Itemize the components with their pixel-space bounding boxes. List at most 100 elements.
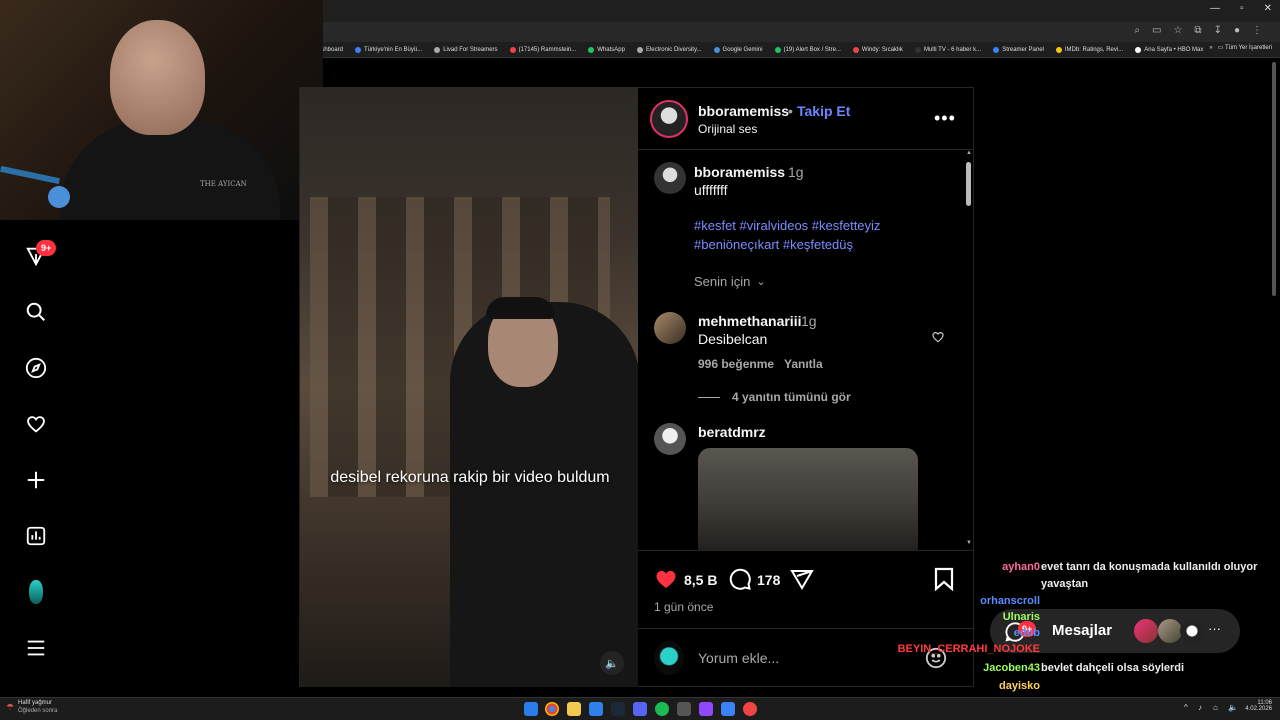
chat-username[interactable]: ayhan0 [1002, 561, 1040, 573]
maximize-icon[interactable]: ▫ [1240, 3, 1244, 14]
volume-icon[interactable]: 🔈 [600, 651, 624, 675]
comment-username[interactable]: mehmethanariii [698, 313, 801, 329]
caption-username[interactable]: bboramemiss [694, 164, 785, 180]
comments-scrollbar[interactable]: ▲ ▼ [966, 150, 972, 550]
author-username[interactable]: bboramemiss [698, 103, 789, 119]
bookmark-item[interactable]: Ana Sayfa • HBO Max [1135, 46, 1203, 53]
streamer-head [110, 20, 205, 135]
chat-username[interactable]: orhanscroll [980, 595, 1040, 607]
like-filled-icon[interactable] [654, 567, 678, 596]
bookmark-item[interactable]: (19) Alert Box / Stre... [774, 46, 841, 53]
bookmarks-folder[interactable]: » ▭ Tüm Yer İşaretleri [1209, 44, 1272, 51]
caption-time: 1g [788, 164, 804, 180]
window-controls: — ▫ ✕ [1210, 3, 1272, 14]
close-icon[interactable]: ✕ [1264, 3, 1272, 14]
bookmark-star-icon[interactable]: ☆ [1173, 25, 1182, 36]
stream-chat: ayhan0 evet tanrı da konuşmada kullanıldı… [898, 558, 1280, 710]
chrome-icon[interactable] [545, 702, 559, 716]
bookmark-item[interactable]: Türkiye'nin En Büyü... [355, 46, 422, 53]
discord-icon[interactable] [633, 702, 647, 716]
app-icon[interactable] [743, 702, 757, 716]
app-icon[interactable] [721, 702, 735, 716]
app-icon[interactable] [677, 702, 691, 716]
bookmark-label: Livad For Streamers [443, 46, 498, 53]
bookmark-item[interactable]: Google Gemini [713, 46, 763, 53]
comment-count[interactable]: 178 [757, 572, 780, 588]
share-icon[interactable] [790, 567, 814, 596]
browser-menu-icon[interactable]: ⋮ [1252, 25, 1262, 36]
bookmark-item[interactable]: Livad For Streamers [434, 46, 498, 53]
caption-hashtags-1[interactable]: #kesfet #viralvideos #kesfetteyiz [694, 218, 880, 233]
bookmark-label: WhatsApp [597, 46, 625, 53]
start-icon[interactable] [524, 702, 538, 716]
comment-icon[interactable] [728, 567, 752, 596]
comment-likes[interactable]: 996 beğenme [698, 357, 774, 371]
for-you-dropdown[interactable]: Senin için ⌄ [694, 274, 766, 289]
comment-time: 1g [801, 313, 817, 329]
caption-avatar[interactable] [654, 162, 686, 194]
comment-avatar[interactable] [654, 423, 686, 455]
edge-icon[interactable] [589, 702, 603, 716]
bookmark-favicon-icon [1135, 46, 1142, 53]
chat-username[interactable]: Ulnaris [1003, 611, 1040, 623]
mic-tray-icon[interactable]: ♪ [1198, 703, 1202, 712]
follow-button[interactable]: Takip Et [797, 103, 850, 119]
chat-username[interactable]: BEYIN_CERRAHI_NOJOKE [898, 643, 1040, 655]
page-scrollbar[interactable] [1272, 62, 1276, 296]
reply-button[interactable]: Yanıtla [784, 357, 823, 371]
chat-username[interactable]: edub [1014, 627, 1040, 639]
view-replies-label: 4 yanıtın tümünü gör [732, 390, 851, 404]
bookmark-item[interactable]: Electronic Diversity... [636, 46, 702, 53]
bookmark-item[interactable]: Multi TV - 6 haber k... [914, 46, 981, 53]
bookmark-label: (19) Alert Box / Stre... [783, 46, 841, 53]
file-explorer-icon[interactable] [567, 702, 581, 716]
volume-tray-icon[interactable]: 🔈 [1228, 703, 1238, 712]
profile-icon[interactable]: ● [1234, 25, 1240, 36]
zoom-icon[interactable]: ⌕ [1134, 25, 1140, 36]
menu-icon[interactable] [22, 634, 50, 662]
bookmark-item[interactable]: (17145) Rammstein... [509, 46, 576, 53]
bookmarks-more[interactable]: » [1209, 45, 1212, 51]
minimize-icon[interactable]: — [1210, 3, 1220, 14]
reel-video[interactable]: desibel rekoruna rakip bir video buldum … [299, 87, 638, 687]
extensions-icon[interactable]: ⧉ [1194, 25, 1201, 36]
stats-icon[interactable] [22, 522, 50, 550]
steam-icon[interactable] [611, 702, 625, 716]
bookmark-item[interactable]: Windy: Sıcaklık [852, 46, 903, 53]
view-replies[interactable]: 4 yanıtın tümünü gör [698, 390, 851, 404]
comment-like-icon[interactable] [931, 330, 945, 349]
like-count[interactable]: 8,5 B [684, 572, 717, 588]
bookmark-item[interactable]: IMDb: Ratings, Revi... [1055, 46, 1123, 53]
search-icon[interactable] [22, 298, 50, 326]
chat-username[interactable]: Jacoben43 [983, 662, 1040, 674]
chat-text: bevlet dahçeli olsa söylerdi [1041, 662, 1185, 674]
comment-text: Desibelcan [698, 331, 768, 347]
post-header: bboramemiss • Takip Et Orijinal ses ••• [638, 88, 973, 150]
bookmark-label: Windy: Sıcaklık [861, 46, 903, 53]
chat-username[interactable]: dayisko [999, 680, 1040, 692]
comment-avatar[interactable] [654, 312, 686, 344]
cast-icon[interactable]: ▭ [1152, 25, 1161, 36]
caption-hashtags-2[interactable]: #beniöneçıkart #keşfetedüş [694, 237, 853, 252]
my-avatar[interactable] [654, 641, 684, 675]
profile-avatar[interactable] [22, 578, 50, 606]
heart-icon[interactable] [22, 410, 50, 438]
comment-username[interactable]: beratdmrz [698, 424, 766, 440]
author-avatar[interactable] [650, 100, 688, 138]
explore-icon[interactable] [22, 354, 50, 382]
comment-input[interactable]: Yorum ekle... [698, 650, 779, 666]
more-options-icon[interactable]: ••• [934, 108, 956, 129]
plus-icon[interactable] [22, 466, 50, 494]
video-caption: desibel rekoruna rakip bir video buldum [330, 469, 610, 486]
bookmark-item[interactable]: Streamer Panel [993, 46, 1044, 53]
audio-label[interactable]: Orijinal ses [698, 122, 757, 136]
spotify-icon[interactable] [655, 702, 669, 716]
webcam-overlay: THE AYICAN [0, 0, 323, 220]
comment-image[interactable] [698, 448, 918, 550]
download-icon[interactable]: ↧ [1214, 25, 1222, 36]
network-icon[interactable]: ⌂ [1213, 703, 1218, 712]
tray-chevron-icon[interactable]: ^ [1184, 703, 1188, 712]
clock[interactable]: 11:06 4.02.2026 [1240, 700, 1272, 712]
next-app-icon[interactable] [699, 702, 713, 716]
bookmark-item[interactable]: WhatsApp [588, 46, 625, 53]
